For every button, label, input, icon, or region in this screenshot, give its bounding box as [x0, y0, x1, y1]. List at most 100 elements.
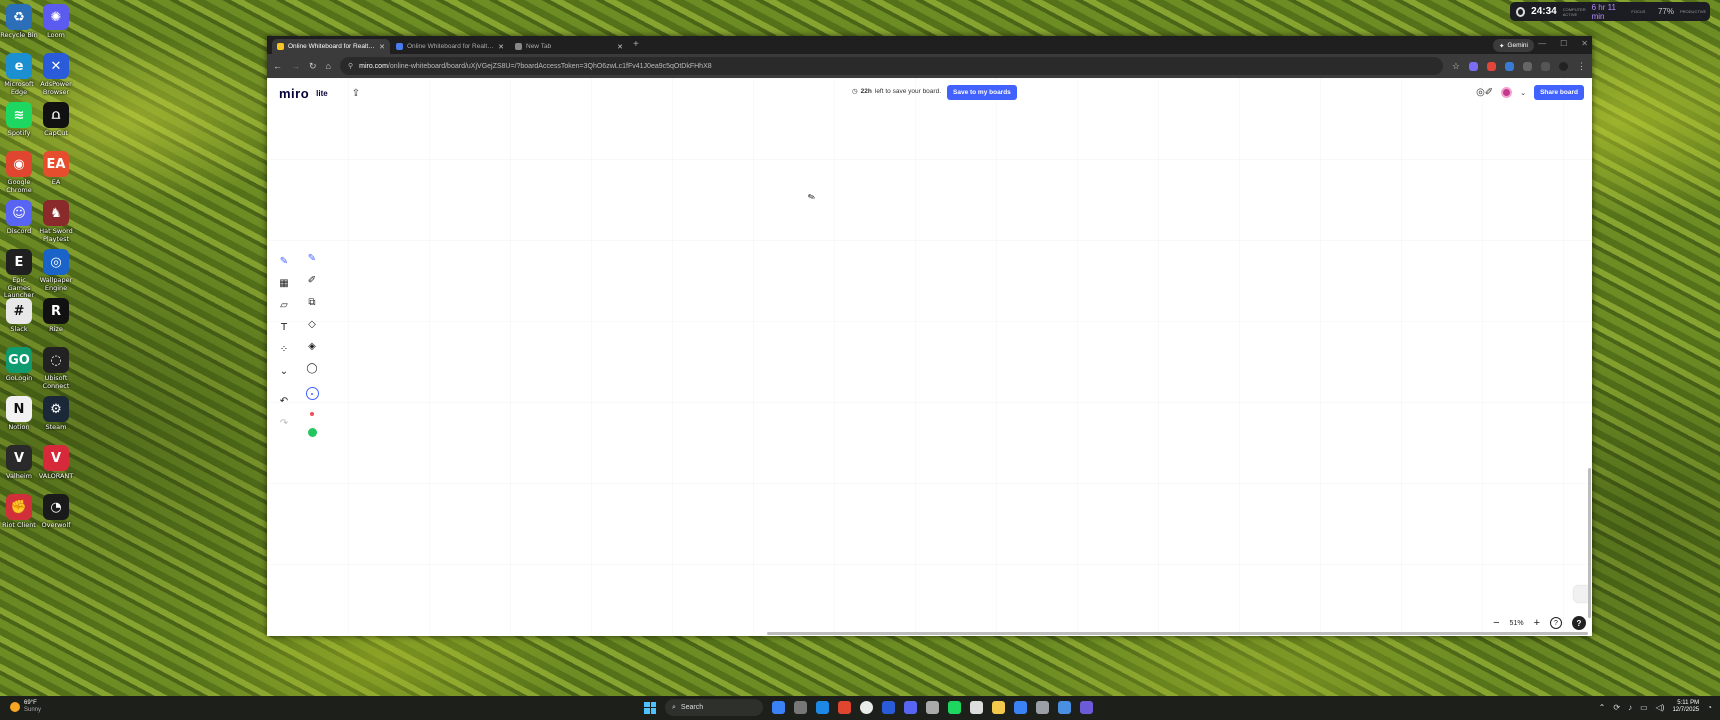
- horizontal-scrollbar[interactable]: [767, 632, 1588, 635]
- tab-new-tab[interactable]: New Tab ✕: [510, 39, 628, 54]
- more-apps-icon[interactable]: ⁘: [277, 342, 291, 356]
- taskbar-app-8-icon[interactable]: [926, 701, 939, 714]
- desktop-icon-steam[interactable]: ⚙ Steam: [37, 396, 75, 432]
- taskbar-app-7-icon[interactable]: [904, 701, 917, 714]
- browser-menu-icon[interactable]: ⋮: [1577, 61, 1586, 72]
- highlighter-icon[interactable]: ✐: [305, 273, 319, 287]
- desktop-icon-capcut[interactable]: ⩍ CapCut: [37, 102, 75, 138]
- taskbar-app-9-icon[interactable]: [948, 701, 961, 714]
- extension-3-icon[interactable]: [1505, 61, 1514, 71]
- taskbar-app-14-icon[interactable]: [1058, 701, 1071, 714]
- text-tool-icon[interactable]: T: [277, 320, 291, 334]
- desktop-icon-notion[interactable]: N Notion: [0, 396, 38, 432]
- taskbar-app-11-icon[interactable]: [992, 701, 1005, 714]
- lasso-icon[interactable]: ◯: [305, 361, 319, 375]
- desktop-icon-recycle-bin[interactable]: ♻ Recycle Bin: [0, 4, 38, 40]
- miro-logo[interactable]: miro: [279, 86, 309, 101]
- url-field[interactable]: ⚲ miro.com/online-whiteboard/board/uXjVG…: [339, 57, 1443, 75]
- taskbar-app-2-icon[interactable]: [794, 701, 807, 714]
- taskbar-app-3-icon[interactable]: [816, 701, 829, 714]
- desktop-icon-discord[interactable]: ☺ Discord: [0, 200, 38, 236]
- desktop-icon-google-chrome[interactable]: ◉ Google Chrome: [0, 151, 38, 194]
- close-tab-icon[interactable]: ✕: [617, 43, 623, 51]
- vertical-scrollbar[interactable]: [1588, 468, 1591, 618]
- weather-widget[interactable]: 69°F Sunny: [10, 700, 41, 714]
- pen-tool-icon[interactable]: ✎: [277, 254, 291, 268]
- desktop-icon-wallpaper-engine[interactable]: ◎ Wallpaper Engine: [37, 249, 75, 292]
- reactions-icon[interactable]: ◎✐: [1476, 87, 1493, 98]
- new-tab-button[interactable]: +: [629, 39, 643, 54]
- export-upload-icon[interactable]: ⇪: [352, 88, 360, 99]
- tab-whiteboard-1[interactable]: Online Whiteboard for Realtime ✕: [272, 39, 390, 54]
- maximize-button[interactable]: ☐: [1560, 39, 1567, 48]
- desktop-icon-spotify[interactable]: ≋ Spotify: [0, 102, 38, 138]
- side-panel-icon[interactable]: [1541, 61, 1550, 71]
- smart-drawing-icon[interactable]: ⧉: [305, 295, 319, 309]
- network-icon[interactable]: ▭: [1640, 703, 1648, 712]
- notification-bell-icon[interactable]: ◔: [1707, 703, 1712, 712]
- desktop-icon-overwolf[interactable]: ◔ Overwolf: [37, 494, 75, 530]
- chevron-down-icon[interactable]: ⌄: [1520, 89, 1526, 97]
- desktop-icon-loom[interactable]: ✺ Loom: [37, 4, 75, 40]
- taskbar-app-10-icon[interactable]: [970, 701, 983, 714]
- user-avatar[interactable]: [1501, 87, 1513, 98]
- site-info-icon[interactable]: ⚲: [348, 62, 353, 70]
- desktop-icon-gologin[interactable]: GO GoLogin: [0, 347, 38, 383]
- extensions-puzzle-icon[interactable]: [1523, 61, 1532, 71]
- taskbar-search[interactable]: ⌕ Search: [665, 699, 763, 716]
- desktop-icon-valheim[interactable]: V Valheim: [0, 445, 38, 481]
- zoom-in-button[interactable]: +: [1534, 617, 1540, 629]
- gemini-button[interactable]: ✦ Gemini: [1492, 39, 1534, 52]
- extension-2-icon[interactable]: [1487, 61, 1496, 71]
- profile-avatar-icon[interactable]: [1559, 61, 1568, 71]
- start-button[interactable]: [644, 701, 656, 714]
- desktop-icon-epic-games-launcher[interactable]: E Epic Games Launcher: [0, 249, 38, 300]
- close-tab-icon[interactable]: ✕: [498, 43, 504, 51]
- taskbar-app-15-icon[interactable]: [1080, 701, 1093, 714]
- reload-icon[interactable]: ↻: [309, 61, 317, 72]
- desktop-icon-adspower-browser[interactable]: ✕ AdsPower Browser: [37, 53, 75, 96]
- home-icon[interactable]: ⌂: [326, 61, 331, 71]
- desktop-icon-ubisoft-connect[interactable]: ◌ Ubisoft Connect: [37, 347, 75, 390]
- help-button[interactable]: ?: [1572, 616, 1586, 630]
- taskbar-app-5-icon[interactable]: [860, 701, 873, 714]
- zoom-out-button[interactable]: −: [1493, 617, 1499, 629]
- taskbar-app-6-icon[interactable]: [882, 701, 895, 714]
- redo-icon[interactable]: ↷: [277, 416, 291, 430]
- zoom-level[interactable]: 51%: [1510, 620, 1524, 627]
- desktop-icon-valorant[interactable]: V VALORANT: [37, 445, 75, 481]
- back-icon[interactable]: ←: [273, 61, 282, 71]
- desktop-icon-riot-client[interactable]: ✊ Riot Client: [0, 494, 38, 530]
- desktop-icon-ea[interactable]: EA EA: [37, 151, 75, 187]
- taskbar-app-12-icon[interactable]: [1014, 701, 1027, 714]
- close-window-button[interactable]: ✕: [1581, 39, 1588, 48]
- color-swatch-green[interactable]: [307, 428, 317, 437]
- desktop-icon-slack[interactable]: # Slack: [0, 298, 38, 334]
- miro-board-canvas[interactable]: miro lite ⇪ ◷ 22h left to save your boar…: [267, 78, 1592, 636]
- bookmark-star-icon[interactable]: ☆: [1452, 61, 1460, 72]
- expand-more-icon[interactable]: ⌄: [277, 364, 291, 378]
- tray-chevron-icon[interactable]: ⌃: [1599, 703, 1606, 712]
- desktop-icon-hat-sword-playtest[interactable]: ♞ Hat Sword Playtest: [37, 200, 75, 243]
- activity-widget[interactable]: 24:34 COMPUTER ACTIVE 6 hr 11 min FOCUS …: [1510, 2, 1710, 21]
- desktop-icon-microsoft-edge[interactable]: e Microsoft Edge: [0, 53, 38, 96]
- volume-icon[interactable]: ◁): [1656, 703, 1665, 712]
- frame-tool-icon[interactable]: ▦: [277, 276, 291, 290]
- taskbar-app-13-icon[interactable]: [1036, 701, 1049, 714]
- sync-icon[interactable]: ⟳: [1613, 703, 1620, 712]
- save-to-boards-button[interactable]: Save to my boards: [947, 85, 1017, 100]
- close-tab-icon[interactable]: ✕: [379, 43, 385, 51]
- taskbar-app-4-icon[interactable]: [838, 701, 851, 714]
- taskbar-clock[interactable]: 5:11 PM 12/7/2025: [1672, 700, 1699, 714]
- minimize-button[interactable]: —: [1538, 39, 1546, 48]
- object-eraser-icon[interactable]: ◈: [305, 339, 319, 353]
- eraser-icon[interactable]: ◇: [305, 317, 319, 331]
- extension-1-icon[interactable]: [1469, 61, 1478, 71]
- sticky-note-icon[interactable]: ▱: [277, 298, 291, 312]
- share-board-button[interactable]: Share board: [1534, 85, 1584, 100]
- desktop-icon-rize[interactable]: R Rize: [37, 298, 75, 334]
- color-swatch-red[interactable]: [310, 412, 314, 416]
- forward-icon[interactable]: →: [291, 61, 300, 71]
- mic-icon[interactable]: ♪: [1628, 703, 1632, 712]
- taskbar-app-1-icon[interactable]: [772, 701, 785, 714]
